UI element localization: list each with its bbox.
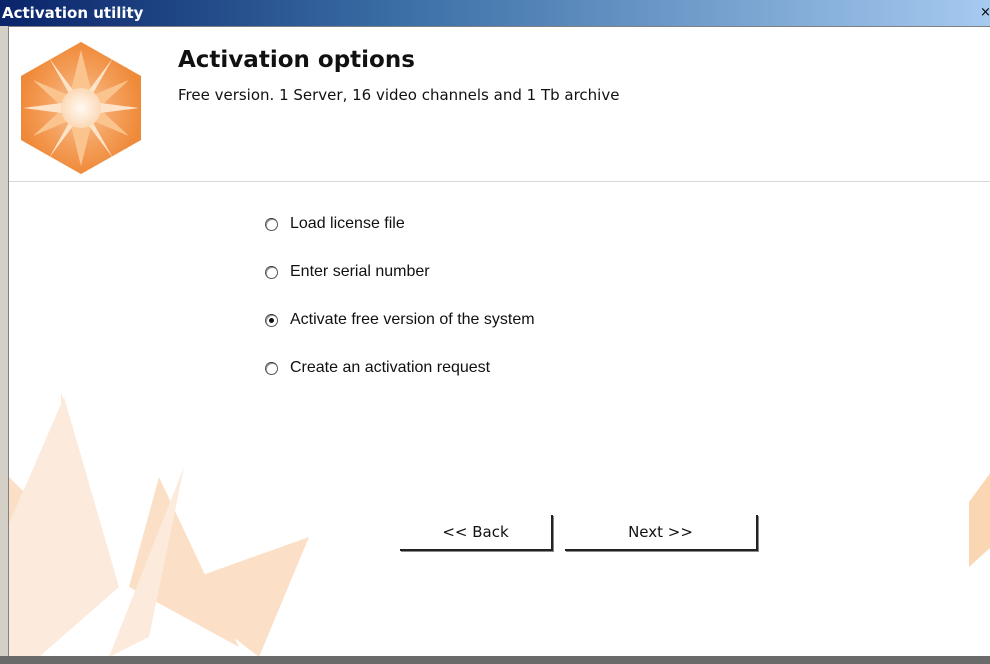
next-button[interactable]: Next >> (565, 515, 758, 551)
option-enter-serial-number[interactable]: Enter serial number (265, 261, 430, 283)
edition-description: Free version. 1 Server, 16 video channel… (178, 86, 620, 104)
option-label[interactable]: Load license file (290, 215, 405, 233)
page-title: Activation options (178, 47, 415, 73)
back-button[interactable]: << Back (400, 515, 553, 551)
option-label[interactable]: Create an activation request (290, 359, 490, 377)
window-bottom-edge (0, 656, 990, 664)
orange-hexagon-star-logo (21, 42, 141, 174)
radio-button-selected[interactable] (265, 313, 278, 327)
activation-window: Activation utility × Activation options … (0, 0, 990, 664)
option-label[interactable]: Activate free version of the system (290, 311, 535, 329)
radio-button[interactable] (265, 265, 278, 279)
option-label[interactable]: Enter serial number (290, 263, 430, 281)
close-icon[interactable]: × (980, 5, 990, 20)
background-star-decoration (9, 392, 990, 657)
title-bar[interactable]: Activation utility × (0, 0, 990, 26)
option-activate-free-version[interactable]: Activate free version of the system (265, 309, 535, 331)
radio-button[interactable] (265, 217, 278, 231)
window-title: Activation utility (2, 4, 144, 22)
dialog-content: Activation options Free version. 1 Serve… (8, 26, 990, 657)
option-load-license-file[interactable]: Load license file (265, 213, 405, 235)
right-edge-decoration (969, 473, 990, 567)
option-create-activation-request[interactable]: Create an activation request (265, 357, 490, 379)
radio-selected-dot (269, 317, 274, 323)
radio-button[interactable] (265, 361, 278, 375)
header-divider (9, 181, 990, 182)
